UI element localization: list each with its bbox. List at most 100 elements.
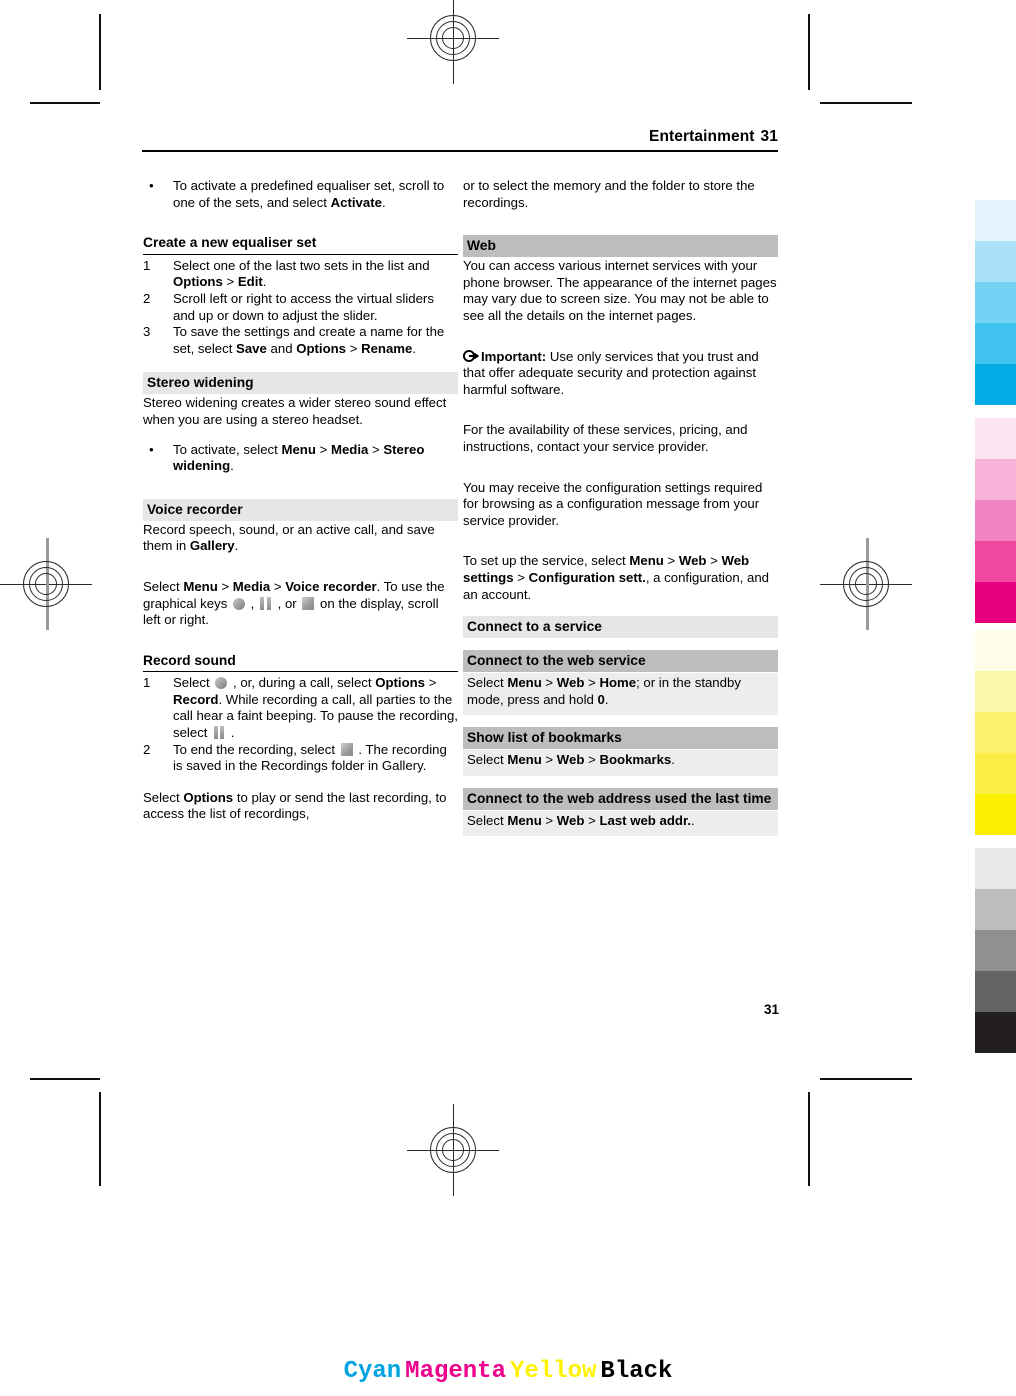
heading-connect-web-service: Connect to the web service [463,650,778,673]
sb-seg: . [671,752,675,768]
cmyk-label-yellow: Yellow [510,1358,597,1385]
bullet-text-seg1: To activate a predefined equaliser set, … [173,178,445,210]
step-item: 1 Select , or, during a call, select Opt… [143,675,458,741]
vr-seg: , [246,595,258,611]
rs-seg: Select [143,789,184,805]
running-header-page: 31 [760,128,778,145]
cw-bold: 0 [597,691,605,707]
last-web-address-path: Select Menu > Web > Last web addr.. [467,813,774,830]
vr-bold: Menu [183,578,218,594]
lw-seg: Select [467,812,508,828]
step-bold: Edit [237,274,263,290]
important-label: Important: [481,348,547,364]
lw-seg: > [584,812,600,828]
bullet-dot: • [149,178,154,193]
sb-seg: > [541,752,557,768]
stop-key-icon [340,742,353,756]
bullet-text: To activate, select Menu > Media > Stere… [173,442,458,475]
last-web-address-body: Select Menu > Web > Last web addr.. [463,810,778,837]
left-column: • To activate a predefined equaliser set… [143,178,458,836]
sb-bold: Menu [507,752,542,768]
sb-seg: Select [467,752,508,768]
vr-seg: . [234,538,239,554]
web-bold: Menu [629,553,664,569]
cw-seg: > [584,675,600,691]
heading-stereo-widening: Stereo widening [143,372,458,395]
sb-bold: Web [556,752,585,768]
step-number: 1 [143,257,151,273]
bullet-dot: • [149,441,154,457]
bullet-stereo-widening-activate: • To activate, select Menu > Media > Ste… [143,442,458,475]
rs-seg: Select [173,675,214,691]
web-availability: For the availability of these services, … [463,422,748,454]
lw-bold: Menu [507,812,542,828]
cw-bold: Menu [507,675,542,691]
heading-record-sound: Record sound [143,653,458,673]
record-key-icon [232,597,245,610]
heading-last-web-address: Connect to the web address used the last… [463,787,778,810]
show-bookmarks-path: Select Menu > Web > Bookmarks. [467,752,774,769]
bullet-seg: > [315,441,331,457]
step-text: To end the recording, select . The recor… [173,742,458,775]
manual-page: Entertainment 31 • To activate a predefin… [0,0,1016,1396]
sb-seg: > [584,752,600,768]
bullet-seg: > [368,441,384,457]
web-intro: You can access various internet services… [463,258,777,323]
running-header: Entertainment 31 [142,128,778,146]
web-seg: > [663,553,679,569]
vr-seg: Select [143,578,184,594]
vr-seg: Record speech, sound, or an active call,… [143,521,435,554]
right-column-continuation: or to select the memory and the folder t… [463,178,755,210]
rs-bold: Options [183,789,234,805]
step-item: 2 Scroll left or right to access the vir… [143,291,458,324]
rs-bold: Options [375,675,426,691]
right-column: or to select the memory and the folder t… [462,178,778,848]
running-header-chapter: Entertainment [649,128,755,145]
bullet-text-seg2: . [381,194,386,210]
vr-seg: > [217,578,233,594]
rs-seg: . [227,725,235,741]
lw-bold: Last web addr. [599,812,692,828]
step-seg: . [412,340,417,356]
bullet-seg: . [230,458,234,474]
web-bold: Configuration sett. [528,569,646,585]
header-rule [142,150,778,152]
step-seg: . [262,274,267,290]
step-item: 3 To save the settings and create a name… [143,324,458,357]
stereo-widening-body: Stereo widening creates a wider stereo s… [143,395,447,427]
show-bookmarks-body: Select Menu > Web > Bookmarks. [463,750,778,776]
step-bold: Save [236,340,267,356]
cw-seg: > [541,675,557,691]
web-setup-path: To set up the service, select Menu > Web… [463,553,778,603]
rs-seg: To end the recording, select [173,741,339,757]
vr-bold: Media [232,578,271,594]
step-text: To save the settings and create a name f… [173,324,458,357]
web-configuration-message: You may receive the configuration settin… [463,479,763,528]
step-item: 1 Select one of the last two sets in the… [143,258,458,291]
heading-voice-recorder: Voice recorder [143,498,458,521]
web-seg: > [513,569,529,585]
heading-create-equaliser-set: Create a new equaliser set [143,235,458,255]
rs-seg: > [425,675,437,691]
step-item: 2 To end the recording, select . The rec… [143,742,458,775]
rs-bold: Record [173,691,219,707]
cmyk-label-magenta: Magenta [405,1358,506,1385]
vr-seg: > [270,578,286,594]
bullet-bold: Media [330,441,369,457]
sb-bold: Bookmarks [599,752,672,768]
cw-bold: Home [599,675,637,691]
cmyk-label-cyan: Cyan [343,1358,402,1385]
bullet-activate-set: • To activate a predefined equaliser set… [143,178,458,211]
lw-bold: Web [556,812,585,828]
pause-key-icon [260,596,272,610]
bullet-text-bold1: Activate [330,194,382,210]
heading-connect-to-a-service: Connect to a service [463,616,778,639]
connect-web-service-body: Select Menu > Web > Home; or in the stan… [463,673,778,716]
lw-seg: . [691,812,695,828]
important-arrow-icon [462,349,480,363]
step-number: 1 [143,675,151,691]
step-text: Select , or, during a call, select Optio… [173,675,458,741]
record-key-icon [215,677,228,690]
step-bold: Rename [361,340,413,356]
vr-bold: Voice recorder [285,578,377,594]
